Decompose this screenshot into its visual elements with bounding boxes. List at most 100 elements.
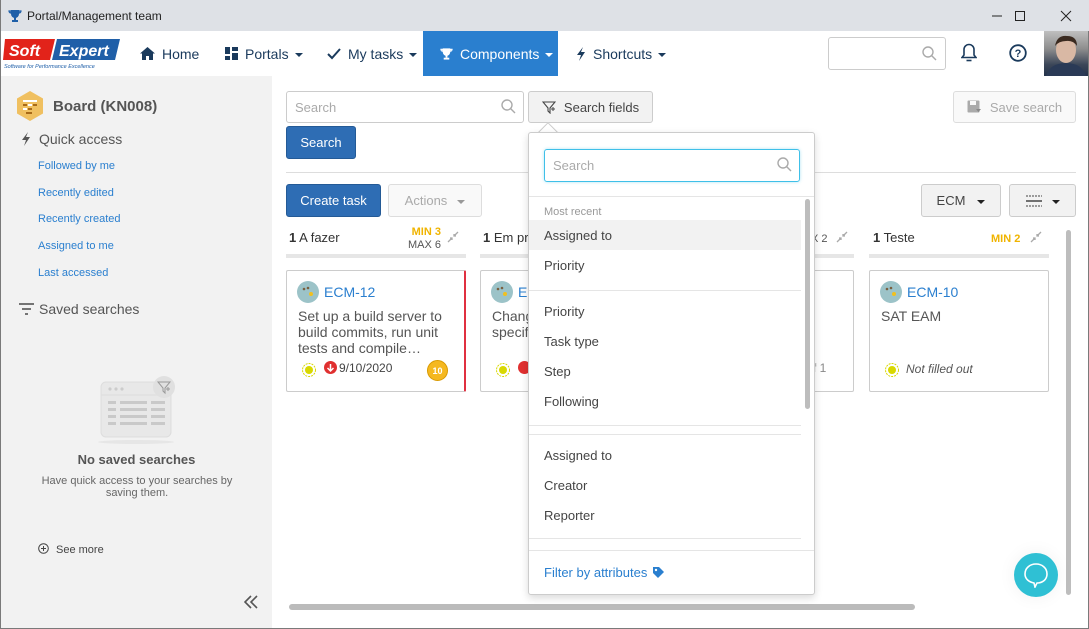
divider <box>529 550 814 551</box>
dropdown-scrollbar[interactable] <box>805 199 810 409</box>
chat-button[interactable] <box>1014 553 1058 597</box>
chevron-down-icon <box>409 52 418 57</box>
chevron-down-icon <box>294 52 303 57</box>
divider <box>529 425 801 426</box>
bell-icon[interactable] <box>960 43 978 65</box>
board-horizontal-scrollbar[interactable] <box>289 604 915 610</box>
divider <box>529 196 814 197</box>
softexpert-logo[interactable]: Soft Expert Software for Performance Exc… <box>3 36 121 70</box>
nav-shortcuts[interactable]: Shortcuts <box>576 31 667 76</box>
user-avatar[interactable] <box>1044 31 1088 76</box>
nav-my-tasks-label: My tasks <box>348 45 404 62</box>
create-task-button[interactable]: Create task <box>286 184 381 217</box>
quick-access-recently-edited[interactable]: Recently edited <box>38 187 114 199</box>
grid-icon <box>225 47 238 60</box>
filter-by-attributes-link[interactable]: Filter by attributes <box>544 565 665 580</box>
board-title: Board (KN008) <box>53 97 158 115</box>
nav-components-label: Components <box>460 45 540 62</box>
filter-lines-icon <box>18 303 34 315</box>
nav-components[interactable]: Components <box>423 31 558 76</box>
help-icon[interactable]: ? <box>1009 44 1027 65</box>
field-option-creator[interactable]: Creator <box>529 470 801 500</box>
svg-text:?: ? <box>1015 48 1022 60</box>
card-description: Set up a build server to build commits, … <box>298 308 442 356</box>
title-bar: Portal/Management team <box>1 0 1089 31</box>
quick-access-recently-created[interactable]: Recently created <box>38 213 121 225</box>
collapse-column-icon[interactable] <box>1030 231 1042 243</box>
nav-home-label: Home <box>162 45 200 62</box>
task-card-ecm-12[interactable]: ECM-12 Set up a build server to build co… <box>286 270 466 392</box>
field-option-priority[interactable]: Priority <box>529 296 801 326</box>
board-vertical-scrollbar[interactable] <box>1066 230 1071 595</box>
actions-button[interactable]: Actions <box>388 184 482 217</box>
column-header-a-fazer: 1 A fazer <box>289 230 340 245</box>
board-header: Board (KN008) <box>16 91 157 121</box>
top-navigation: Soft Expert Software for Performance Exc… <box>1 31 1088 76</box>
empty-saved-searches-illustration <box>98 376 175 444</box>
bolt-icon <box>18 132 34 146</box>
quick-access-followed-by-me[interactable]: Followed by me <box>38 160 115 172</box>
search-icon <box>922 46 937 64</box>
collapse-column-icon[interactable] <box>447 231 459 243</box>
card-status-text: Not filled out <box>906 362 973 376</box>
card-description: Chang specif <box>492 308 532 340</box>
card-avatar <box>491 281 513 303</box>
card-avatar <box>297 281 319 303</box>
field-option-step[interactable]: Step <box>529 356 801 386</box>
quick-access-assigned-to-me[interactable]: Assigned to me <box>38 240 114 252</box>
see-more-link[interactable]: See more <box>38 543 104 557</box>
column-divider <box>286 254 466 258</box>
plus-circle-icon <box>38 543 49 557</box>
ecm-dropdown[interactable]: ECM <box>921 184 1001 217</box>
field-option-assigned-to[interactable]: Assigned to <box>529 440 801 470</box>
column-header-teste: 1 Teste <box>873 230 915 245</box>
svg-text:Software for Performance Excel: Software for Performance Excellence <box>4 64 95 70</box>
global-search-input[interactable] <box>828 37 946 70</box>
priority-down-icon <box>324 361 337 374</box>
window-title: Portal/Management team <box>27 8 162 23</box>
nav-portals-label: Portals <box>245 45 289 62</box>
list-options-icon <box>1025 195 1042 207</box>
maximize-button[interactable] <box>997 0 1043 31</box>
card-id[interactable]: E <box>518 284 527 300</box>
save-search-button[interactable]: Save search <box>953 91 1076 123</box>
chevron-down-icon <box>658 52 667 57</box>
trophy-icon <box>6 7 24 25</box>
field-option-task-type[interactable]: Task type <box>529 326 801 356</box>
nav-my-tasks[interactable]: My tasks <box>327 31 418 76</box>
field-option-reporter[interactable]: Reporter <box>529 500 801 530</box>
search-fields-button[interactable]: Search fields <box>528 91 653 123</box>
check-icon <box>327 47 341 60</box>
main-search-input[interactable]: Search <box>286 91 524 123</box>
card-id[interactable]: ECM-10 <box>907 284 958 300</box>
wip-limits: MIN 3 MAX 6 <box>407 226 441 251</box>
search-fields-dropdown: Search Most recent Assigned to Priority … <box>528 132 815 595</box>
column-header-em-progresso: 1 Em pr <box>483 230 529 245</box>
field-option-priority-recent[interactable]: Priority <box>529 250 801 280</box>
card-id[interactable]: ECM-12 <box>324 284 375 300</box>
search-button[interactable]: Search <box>286 126 356 159</box>
nav-portals[interactable]: Portals <box>225 31 303 76</box>
chevron-down-icon <box>545 52 554 57</box>
sidebar: Board (KN008) Quick access Followed by m… <box>1 76 272 628</box>
wip-limits: MIN 2 <box>991 233 1021 245</box>
close-button[interactable] <box>1043 0 1089 31</box>
divider <box>529 538 801 539</box>
saved-searches-header[interactable]: Saved searches <box>18 301 139 317</box>
task-card-ecm-10[interactable]: ECM-10 SAT EAM Not filled out <box>869 270 1049 392</box>
field-option-assigned-to-recent[interactable]: Assigned to <box>529 220 801 250</box>
fields-search-input[interactable]: Search <box>544 149 800 182</box>
view-options-dropdown[interactable] <box>1009 184 1076 217</box>
nav-home[interactable]: Home <box>140 31 199 76</box>
trophy-icon <box>440 47 453 61</box>
search-icon <box>777 157 792 175</box>
quick-access-last-accessed[interactable]: Last accessed <box>38 267 108 279</box>
collapse-column-icon[interactable] <box>836 231 848 243</box>
tag-icon <box>652 566 665 579</box>
chevron-down-icon <box>1051 199 1060 204</box>
collapse-sidebar-icon[interactable] <box>243 592 258 615</box>
empty-state-title: No saved searches <box>77 452 196 467</box>
nav-shortcuts-label: Shortcuts <box>593 45 653 62</box>
field-option-following[interactable]: Following <box>529 386 801 416</box>
search-icon <box>501 99 516 117</box>
